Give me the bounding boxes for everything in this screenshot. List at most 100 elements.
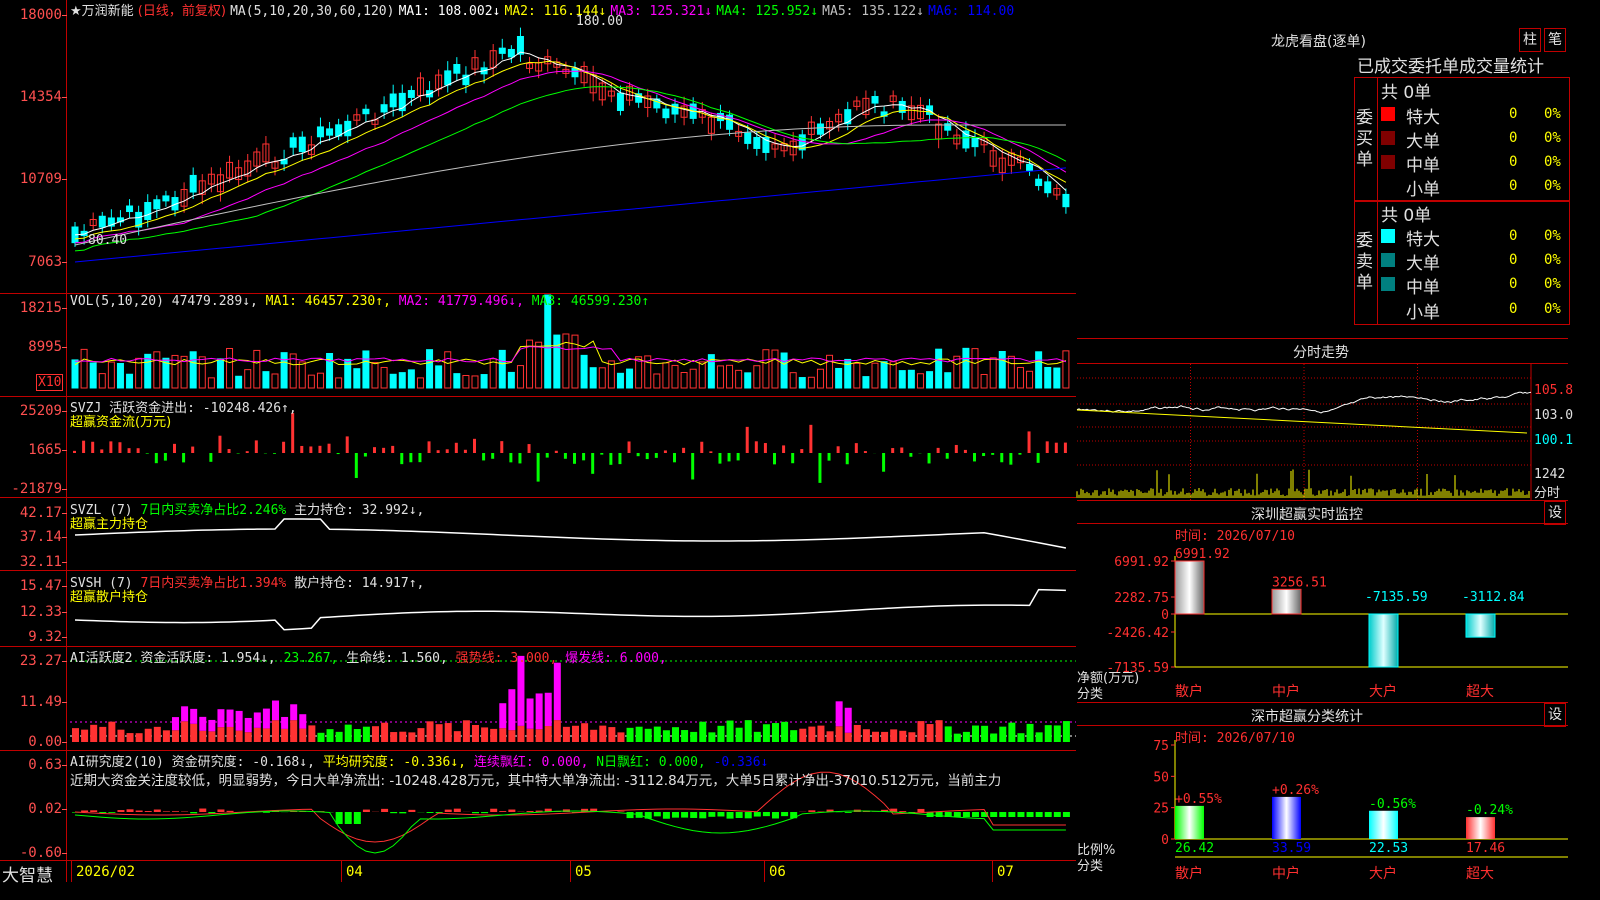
research-bar [426, 812, 434, 814]
active-bar [381, 722, 389, 742]
candle-body [189, 174, 197, 193]
svzj-bar [500, 441, 504, 453]
volume-bar [662, 362, 670, 389]
svzj-bar [818, 453, 822, 483]
chart-mode: (日线，前复权) [137, 4, 226, 19]
svzj-bar [600, 453, 604, 455]
volume-bar [898, 370, 906, 389]
active-bar [153, 726, 161, 742]
svzj-bar [191, 446, 195, 453]
sell-divider [1377, 200, 1378, 324]
active-bar [1062, 721, 1070, 742]
svzj-bar [627, 441, 631, 453]
volume-bar [589, 367, 597, 389]
active-bar [472, 724, 479, 742]
research-bar [744, 812, 752, 819]
candlestick-chart[interactable] [0, 0, 1076, 882]
vol-axis-2: 8995 [28, 339, 62, 355]
volume-bar [126, 373, 134, 389]
svzj-bar [354, 453, 358, 478]
active-bar [72, 728, 79, 742]
active-bar [444, 723, 452, 742]
svzj-bar [136, 448, 140, 453]
volume-bar [244, 369, 252, 389]
active-bar [426, 721, 434, 742]
active-bar [90, 724, 98, 742]
bar-mode-button[interactable]: 柱 [1519, 28, 1541, 52]
volume-bar [989, 357, 997, 389]
svzj-bar [309, 446, 313, 453]
active-bar [372, 726, 379, 742]
research-bar [917, 808, 925, 812]
active-bar [299, 728, 307, 742]
volume-bar [253, 349, 261, 389]
intraday-axis-2: 103.0 [1534, 408, 1574, 423]
active-bar-top [299, 714, 307, 729]
brand-logo: 大智慧 [2, 866, 53, 886]
svzj-bar [173, 443, 176, 453]
sz-class-settings-button[interactable]: 设 [1544, 703, 1566, 727]
sz-class-title-line [1077, 725, 1568, 726]
price-axis-3: 10709 [19, 171, 62, 187]
buy-l-swatch [1381, 131, 1395, 145]
candle-body [571, 67, 579, 78]
ma-line [74, 51, 1067, 236]
stock-name[interactable]: ★万润新能 [70, 4, 134, 19]
candle-body [1035, 178, 1043, 187]
tick-mode-button[interactable]: 笔 [1544, 28, 1566, 52]
svzj-axis-1: 25209 [19, 403, 62, 419]
sell-s-pct: 0% [1544, 301, 1561, 317]
ma-params: MA(5,10,20,30,60,120) [230, 4, 395, 19]
svzl-axis-2: 37.14 [19, 529, 62, 545]
research-bar [126, 809, 134, 812]
active-bar-top [272, 700, 279, 721]
ai-active-burst: 爆发线: 6.000, [565, 651, 667, 666]
volume-bar [944, 372, 952, 389]
active-bar [944, 726, 952, 742]
active-bar [208, 731, 216, 742]
active-bar-top [226, 709, 234, 727]
active-bar [808, 726, 816, 742]
candle-body [507, 48, 515, 58]
active-bar-top [281, 716, 289, 729]
volume-bar [1053, 367, 1061, 389]
sz-monitor-time: 时间: 2026/07/10 [1175, 529, 1295, 544]
sz-monitor-settings-button[interactable]: 设 [1544, 501, 1566, 525]
active-bar [81, 729, 89, 742]
candle-body [144, 202, 152, 221]
research-bar [990, 812, 998, 817]
svzj-bar [91, 441, 95, 453]
volume-bar [535, 341, 543, 389]
svzj-bar [1045, 441, 1049, 453]
buy-m-count: 0 [1509, 154, 1518, 170]
active-bar [535, 729, 543, 742]
ai-research-axis-2: 0.02 [28, 801, 62, 817]
svzj-bar [1063, 442, 1067, 453]
volume-bar [507, 371, 515, 389]
active-bar-top [535, 693, 543, 730]
active-bar [717, 725, 725, 742]
research-bar [153, 809, 161, 812]
active-bar [826, 731, 834, 742]
buy-m-name: 中单 [1406, 156, 1440, 176]
svzj-bar [1054, 442, 1058, 453]
svzj-bar [300, 445, 304, 453]
active-bar [699, 721, 707, 742]
volume-bar [880, 361, 888, 389]
candle-body [971, 137, 979, 148]
volume-bar [80, 348, 88, 389]
svzj-bar [218, 435, 222, 453]
price-header: ★万润新能 (日线，前复权) MA(5,10,20,30,60,120) MA1… [70, 0, 1014, 19]
longhu-tabs[interactable]: 已成交委托单成交量统计 [1357, 52, 1568, 77]
candle-body [380, 104, 388, 113]
vol-ma3: MA3: 46599.230↑ [531, 294, 650, 309]
svzj-bar [445, 449, 449, 453]
research-bar [399, 812, 407, 814]
main-chart-area[interactable] [0, 0, 1076, 882]
research-bar [953, 812, 961, 817]
volume-bar [389, 373, 397, 389]
research-bar [217, 809, 225, 812]
svzj-bar [545, 453, 549, 458]
intraday-panel[interactable]: 分时走势 105.8 103.0 100.1 1242 分时 [1077, 339, 1573, 501]
price-axis-2: 14354 [19, 89, 62, 105]
